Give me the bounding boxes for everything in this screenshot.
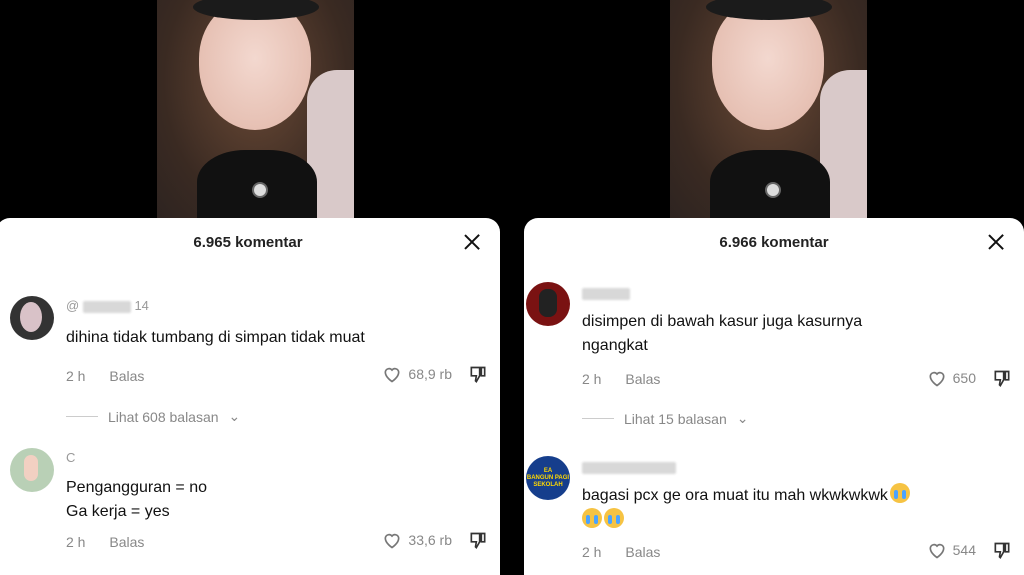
comment-text: Pengangguran = no Ga kerja = yes <box>66 479 208 520</box>
divider-line <box>66 416 98 417</box>
view-replies[interactable]: Lihat 608 balasan ⌄ <box>66 408 240 425</box>
comment-text: disimpen di bawah kasur juga kasurnya ng… <box>582 313 863 354</box>
left-screen: 6.965 komentar @ 14 dihina tidak tumbang… <box>0 0 512 575</box>
crying-emoji-icon <box>604 508 624 528</box>
avatar[interactable] <box>526 282 570 326</box>
like-button[interactable]: 68,9 rb <box>382 364 452 384</box>
username[interactable] <box>582 459 676 474</box>
comments-sheet: 6.966 komentar disimpen di bawah kasur j… <box>524 218 1024 575</box>
comment-count: 6.965 komentar <box>193 234 303 251</box>
close-icon[interactable] <box>462 232 482 252</box>
dislike-icon[interactable] <box>992 369 1012 389</box>
comments-sheet: 6.965 komentar @ 14 dihina tidak tumbang… <box>0 218 500 575</box>
chevron-down-icon: ⌄ <box>736 410 749 426</box>
comment-time: 2 h <box>66 534 86 550</box>
crying-emoji-icon <box>582 508 602 528</box>
reply-button[interactable]: Balas <box>625 371 660 387</box>
close-icon[interactable] <box>986 232 1006 252</box>
comment-time: 2 h <box>582 371 602 387</box>
heart-icon <box>929 543 945 559</box>
avatar[interactable]: EA BANGUN PAGI SEKOLAH <box>526 456 570 500</box>
right-screen: 6.966 komentar disimpen di bawah kasur j… <box>512 0 1024 575</box>
video-frame[interactable] <box>670 0 867 222</box>
comment-count: 6.966 komentar <box>719 234 829 251</box>
heart-icon <box>929 371 945 387</box>
username[interactable] <box>582 285 630 300</box>
like-count: 68,9 rb <box>408 366 452 382</box>
like-count: 544 <box>952 542 976 558</box>
blurred-username <box>582 287 630 300</box>
comment-meta: 2 h Balas <box>582 544 680 560</box>
reply-button[interactable]: Balas <box>109 368 144 384</box>
avatar[interactable] <box>10 448 54 492</box>
avatar[interactable] <box>10 296 54 340</box>
chevron-down-icon: ⌄ <box>228 408 241 424</box>
divider-line <box>582 418 614 419</box>
like-count: 650 <box>952 370 976 386</box>
comment-time: 2 h <box>66 368 86 384</box>
heart-icon <box>384 367 400 383</box>
dislike-icon[interactable] <box>468 531 488 551</box>
like-button[interactable]: 33,6 rb <box>382 530 452 550</box>
crying-emoji-icon <box>889 483 910 503</box>
view-replies[interactable]: Lihat 15 balasan ⌄ <box>582 410 749 427</box>
comment-meta: 2 h Balas <box>582 371 680 387</box>
dislike-icon[interactable] <box>468 365 488 385</box>
blurred-username <box>82 300 131 313</box>
reply-button[interactable]: Balas <box>625 544 660 560</box>
reply-button[interactable]: Balas <box>109 534 144 550</box>
comment-meta: 2 h Balas <box>66 368 164 384</box>
username[interactable]: C <box>66 450 75 465</box>
like-count: 33,6 rb <box>408 532 452 548</box>
dislike-icon[interactable] <box>992 541 1012 561</box>
pendant-shape <box>252 182 268 198</box>
comment-meta: 2 h Balas <box>66 534 164 550</box>
video-frame[interactable] <box>157 0 354 222</box>
blurred-username <box>582 461 676 474</box>
comment-text: bagasi pcx ge ora muat itu mah wkwkwkwk <box>582 483 910 533</box>
pendant-shape <box>765 182 781 198</box>
like-button[interactable]: 544 <box>927 540 976 560</box>
like-button[interactable]: 650 <box>927 368 976 388</box>
username[interactable]: @ 14 <box>66 298 149 313</box>
heart-icon <box>384 533 400 549</box>
comment-time: 2 h <box>582 544 602 560</box>
comment-text: dihina tidak tumbang di simpan tidak mua… <box>66 329 365 346</box>
